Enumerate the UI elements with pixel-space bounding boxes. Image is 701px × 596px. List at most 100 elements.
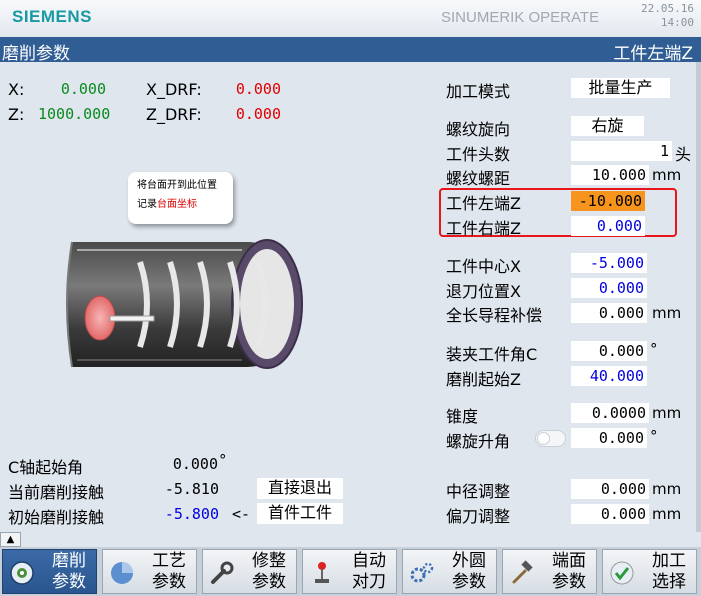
hmi-window: SIEMENS SINUMERIK OPERATE 22.05.16 14:00…	[0, 0, 701, 596]
pitch-dia-unit: mm	[652, 480, 682, 498]
softkey-6[interactable]: 端面 参数	[502, 549, 597, 594]
hint-callout: 将台面开到此位置 记录台面坐标	[128, 172, 233, 224]
active-field-name: 工件左端Z	[613, 44, 693, 64]
clamp-angle-unit: °	[650, 340, 658, 358]
hint-highlight: 台面坐标	[157, 199, 197, 210]
softkey-strip	[21, 532, 701, 547]
z-drf-value: 0.000	[235, 105, 281, 123]
c-start-label: C轴起始角	[8, 458, 84, 477]
softkey-5[interactable]: 外圆 参数	[402, 549, 497, 594]
pitch-dia-input[interactable]: 0.000	[571, 479, 649, 499]
x-drf-value: 0.000	[235, 80, 281, 98]
grinding-wheel-icon	[9, 560, 35, 586]
softkey-1[interactable]: 磨削 参数	[2, 549, 97, 594]
hammer-icon	[509, 560, 535, 586]
lead-comp-input[interactable]: 0.000	[571, 303, 647, 323]
hint-line-1: 将台面开到此位置	[137, 180, 217, 191]
softkey-2[interactable]: 工艺 参数	[102, 549, 197, 594]
mode-label: 加工模式	[446, 82, 511, 101]
helix-unit: °	[650, 427, 658, 445]
thread-dir-select[interactable]: 右旋	[571, 116, 644, 136]
c-start-value: 0.000	[172, 455, 218, 473]
cur-contact-label: 当前磨削接触	[8, 483, 105, 502]
pitch-unit: mm	[652, 166, 682, 184]
softkey-bar: 磨削 参数 工艺 参数 修整 参数 自动 对刀 外圆 参数 端面 参数 加工 选择	[0, 547, 701, 596]
softkey-label: 加工 选择	[652, 551, 686, 592]
c-start-unit: °	[219, 451, 227, 469]
lead-comp-unit: mm	[652, 304, 682, 322]
pitch-label: 螺纹螺距	[446, 169, 511, 188]
taper-label: 锥度	[446, 407, 479, 426]
arrow-indicator: <-	[232, 505, 251, 523]
z-axis-value: 1000.000	[38, 105, 111, 123]
hint-prefix: 记录	[137, 199, 157, 210]
wrench-icon	[209, 560, 235, 586]
x-axis-value: 0.000	[60, 80, 106, 98]
scrollbar[interactable]	[696, 62, 701, 532]
thread-starts-unit: 头	[675, 145, 692, 164]
right-end-label: 工件右端Z	[446, 219, 521, 238]
cur-contact-value: -5.810	[164, 480, 219, 498]
helix-toggle[interactable]	[535, 430, 566, 447]
joystick-icon	[309, 560, 335, 586]
softkey-4[interactable]: 自动 对刀	[302, 549, 397, 594]
clamp-angle-input[interactable]: 0.000	[571, 341, 647, 361]
left-end-label: 工件左端Z	[446, 194, 521, 213]
offset-input[interactable]: 0.000	[571, 504, 649, 524]
offset-label: 偏刀调整	[446, 507, 511, 526]
center-x-label: 工件中心X	[446, 257, 521, 276]
thread-starts-label: 工件头数	[446, 145, 511, 164]
softkey-label: 外圆 参数	[452, 551, 486, 592]
gears-icon	[409, 560, 435, 586]
pie-chart-icon	[109, 560, 135, 586]
retract-x-label: 退刀位置X	[446, 282, 521, 301]
time-text: 14:00	[660, 16, 694, 29]
softkey-label: 修整 参数	[252, 551, 286, 592]
checkmark-icon	[609, 560, 635, 586]
thread-starts-input[interactable]: 1	[571, 141, 672, 161]
softkey-7[interactable]: 加工 选择	[602, 549, 697, 594]
date-time: 22.05.16 14:00	[641, 2, 694, 30]
grind-start-label: 磨削起始Z	[446, 370, 521, 389]
up-arrow-button[interactable]: ▲	[0, 532, 21, 547]
page-title: 磨削参数	[2, 44, 70, 64]
softkey-label: 自动 对刀	[352, 551, 386, 592]
init-contact-label: 初始磨削接触	[8, 508, 105, 527]
softkey-label: 端面 参数	[552, 551, 586, 592]
x-drf-label: X_DRF:	[146, 80, 202, 99]
right-end-input[interactable]: 0.000	[571, 216, 645, 236]
left-end-input[interactable]: -10.000	[571, 191, 645, 211]
lead-comp-label: 全长导程补偿	[446, 306, 543, 325]
siemens-logo: SIEMENS	[12, 7, 93, 26]
x-axis-label: X:	[8, 80, 25, 99]
clamp-angle-label: 装夹工件角C	[446, 345, 538, 364]
mode-select[interactable]: 批量生产	[571, 78, 670, 98]
z-drf-label: Z_DRF:	[146, 105, 202, 124]
top-bar: SIEMENS SINUMERIK OPERATE 22.05.16 14:00	[0, 0, 701, 37]
init-contact-value: -5.800	[164, 505, 219, 523]
retract-x-input[interactable]: 0.000	[571, 278, 647, 298]
workpiece-illustration	[66, 239, 303, 369]
grinding-spindle	[109, 315, 155, 322]
date-text: 22.05.16	[641, 2, 694, 15]
taper-unit: mm	[652, 404, 682, 422]
softkey-3[interactable]: 修整 参数	[202, 549, 297, 594]
softkey-label: 工艺 参数	[152, 551, 186, 592]
hint-line-2: 记录台面坐标	[137, 195, 233, 214]
toggle-knob	[537, 432, 550, 445]
taper-input[interactable]: 0.0000	[571, 403, 649, 423]
helix-label: 螺旋升角	[446, 432, 511, 451]
main-panel: X: 0.000 Z: 1000.000 X_DRF: 0.000 Z_DRF:…	[0, 62, 696, 532]
exit-button[interactable]: 直接退出	[257, 478, 343, 499]
thread-dir-label: 螺纹旋向	[446, 120, 511, 139]
first-piece-button[interactable]: 首件工件	[257, 503, 343, 524]
pitch-input[interactable]: 10.000	[571, 165, 649, 185]
pitch-dia-label: 中径调整	[446, 482, 511, 501]
helix-input[interactable]: 0.000	[571, 428, 647, 448]
product-name: SINUMERIK OPERATE	[441, 9, 600, 26]
z-axis-label: Z:	[8, 105, 25, 124]
center-x-input[interactable]: -5.000	[571, 253, 647, 273]
offset-unit: mm	[652, 505, 682, 523]
grind-start-input[interactable]: 40.000	[571, 366, 647, 386]
title-bar: 磨削参数 工件左端Z	[0, 37, 701, 64]
